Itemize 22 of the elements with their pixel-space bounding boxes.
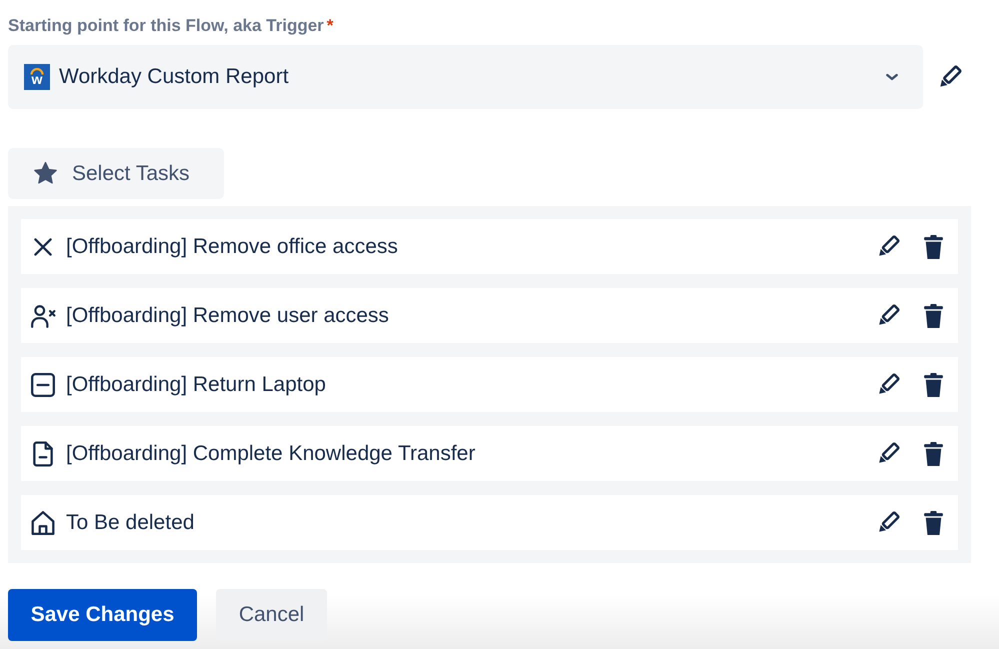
select-tasks-button[interactable]: Select Tasks — [8, 148, 224, 199]
star-icon — [33, 161, 58, 186]
trash-icon[interactable] — [921, 440, 946, 466]
field-label: Starting point for this Flow, aka Trigger * — [8, 16, 334, 36]
trigger-dropdown[interactable]: w Workday Custom Report — [8, 45, 923, 109]
task-title: [Offboarding] Remove office access — [66, 234, 399, 258]
task-title: [Offboarding] Complete Knowledge Transfer — [66, 442, 476, 466]
trash-icon[interactable] — [921, 510, 946, 536]
trash-icon[interactable] — [921, 234, 946, 260]
document-icon — [30, 440, 56, 466]
trash-icon[interactable] — [921, 302, 946, 328]
task-title: [Offboarding] Remove user access — [66, 304, 390, 328]
save-button[interactable]: Save Changes — [8, 589, 197, 641]
task-title: To Be deleted — [66, 510, 196, 534]
person-cross-icon — [30, 302, 56, 328]
house-icon — [30, 510, 56, 536]
cancel-button[interactable]: Cancel — [216, 589, 327, 641]
task-title: [Offboarding] Return Laptop — [66, 372, 327, 396]
minus-square-icon — [30, 372, 56, 398]
chevron-down-icon — [885, 72, 899, 82]
trash-icon[interactable] — [921, 372, 946, 398]
app-logo: w — [24, 64, 50, 90]
